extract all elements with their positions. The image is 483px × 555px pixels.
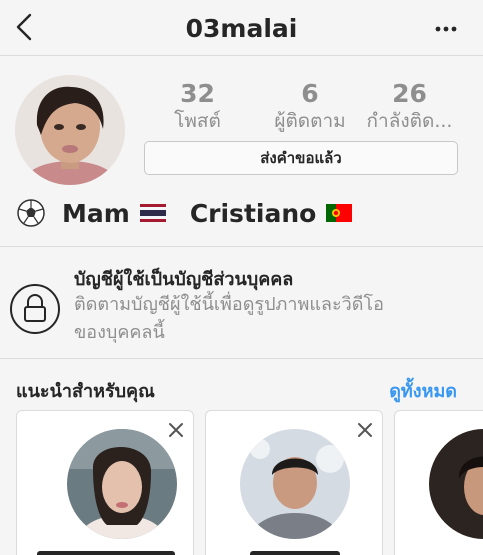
following-stat[interactable]: 26 กำลังติด... <box>352 79 467 133</box>
lock-circle <box>10 284 60 334</box>
bio-name-2: Cristiano <box>189 198 317 228</box>
profile-avatar[interactable] <box>15 75 125 185</box>
see-all-link[interactable]: ดูทั้งหมด <box>389 376 457 405</box>
close-icon[interactable] <box>356 421 374 439</box>
followers-count: 6 <box>301 79 319 108</box>
top-nav-bar: 03malai <box>0 0 483 56</box>
private-desc-line-2: ของบุคคลนี้ <box>74 322 165 343</box>
suggestion-card[interactable] <box>205 410 383 555</box>
profile-section: 32 โพสต์ 6 ผู้ติดตาม 26 กำลังติด... ส่งค… <box>0 57 483 245</box>
suggestion-cards <box>0 410 483 555</box>
private-account-description: ติดตามบัญชีผู้ใช้นี้เพื่อดูรูปภาพและวิดี… <box>74 291 469 347</box>
suggestions-header: แนะนำสำหรับคุณ ดูทั้งหมด <box>0 360 483 410</box>
followers-stat[interactable]: 6 ผู้ติดตาม <box>255 79 365 133</box>
private-account-notice: บัญชีผู้ใช้เป็นบัญชีส่วนบุคคล ติดตามบัญช… <box>0 246 483 359</box>
more-horizontal-icon <box>435 26 457 32</box>
suggestion-name <box>250 551 340 555</box>
posts-count: 32 <box>180 79 215 108</box>
close-icon[interactable] <box>167 421 185 439</box>
suggestion-avatar[interactable] <box>240 429 350 539</box>
suggestion-card[interactable] <box>394 410 483 555</box>
thailand-flag-icon <box>139 204 166 222</box>
following-label: กำลังติด... <box>366 110 453 132</box>
bio-name-1: Mam <box>62 198 130 228</box>
suggestion-name <box>37 551 175 555</box>
requested-button[interactable]: ส่งคำขอแล้ว <box>144 141 458 175</box>
private-account-title: บัญชีผู้ใช้เป็นบัญชีส่วนบุคคล <box>74 269 294 290</box>
private-desc-line-1: ติดตามบัญชีผู้ใช้นี้เพื่อดูรูปภาพและวิดี… <box>74 294 384 315</box>
profile-bio: Mam Cristiano <box>16 193 466 233</box>
soccer-ball-icon <box>17 199 45 227</box>
posts-label: โพสต์ <box>174 110 221 132</box>
portugal-flag-icon <box>326 204 353 222</box>
page-title: 03malai <box>185 14 298 43</box>
suggestions-title: แนะนำสำหรับคุณ <box>16 381 155 402</box>
following-count: 26 <box>392 79 427 108</box>
lock-icon <box>24 294 46 322</box>
posts-stat[interactable]: 32 โพสต์ <box>160 79 235 133</box>
profile-stats: 32 โพสต์ 6 ผู้ติดตาม 26 กำลังติด... <box>160 79 465 139</box>
more-options-button[interactable] <box>431 14 461 44</box>
suggestion-avatar[interactable] <box>67 429 177 539</box>
followers-label: ผู้ติดตาม <box>274 110 346 132</box>
suggestion-avatar[interactable] <box>429 429 483 539</box>
suggestion-card[interactable] <box>16 410 194 555</box>
